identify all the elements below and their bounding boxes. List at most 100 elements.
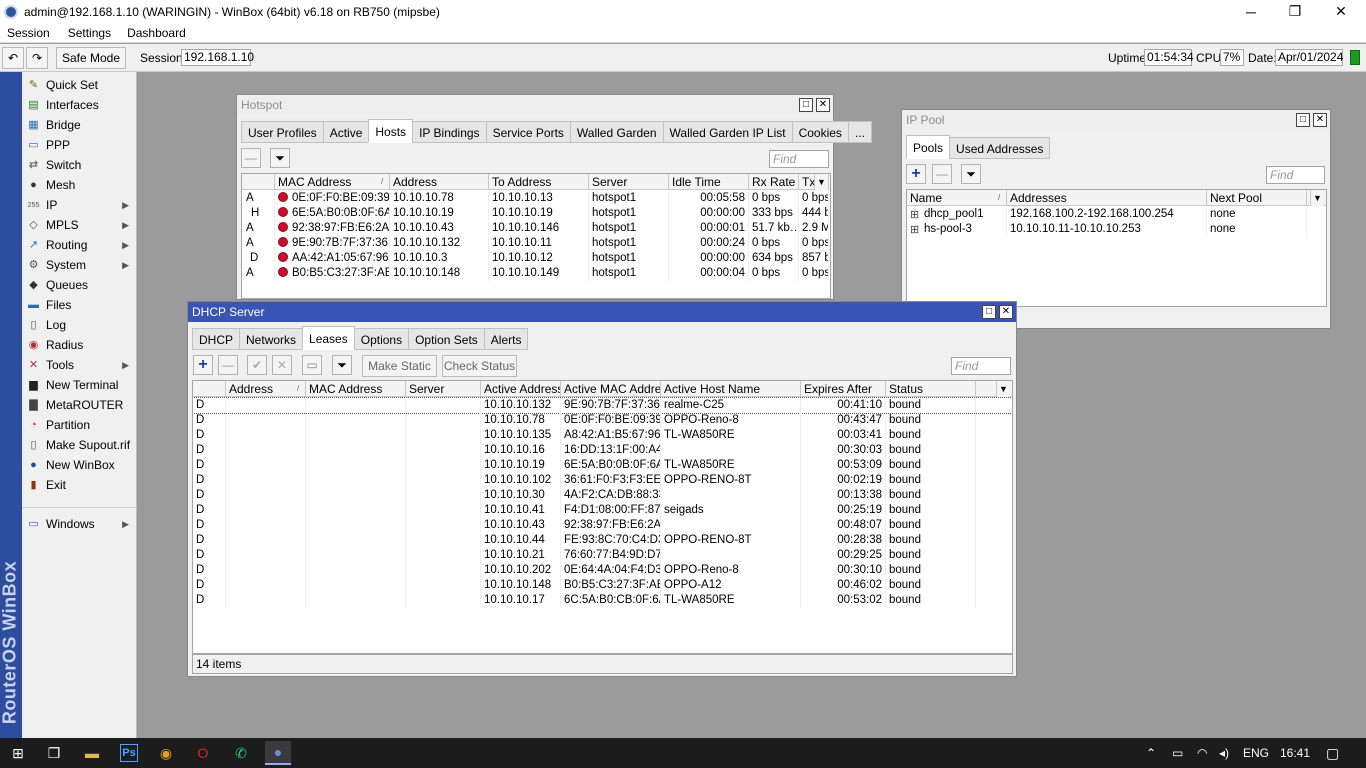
sidebar-item-log[interactable]: ▯ Log bbox=[22, 315, 137, 335]
battery-icon[interactable]: ▭ bbox=[1172, 738, 1183, 768]
whatsapp-icon[interactable]: ✆ bbox=[228, 741, 254, 765]
tab-service-ports[interactable]: Service Ports bbox=[485, 121, 571, 143]
table-row[interactable]: A 92:38:97:FB:E6:2A 10.10.10.43 10.10.10.14… bbox=[242, 221, 830, 236]
table-row[interactable]: D 10.10.10.202 0E:64:4A:04:F4:D3 OPPO-Reno-… bbox=[193, 563, 1012, 578]
tab-pools[interactable]: Pools bbox=[906, 135, 951, 159]
hotspot-maximize-button[interactable]: □ bbox=[799, 98, 813, 112]
table-row[interactable]: ⊞ dhcp_pool1 192.168.100.2-192.168.100.254… bbox=[907, 207, 1326, 222]
dhcp-remove-button[interactable]: — bbox=[218, 355, 238, 375]
dhcp-maximize-button[interactable]: □ bbox=[982, 305, 996, 319]
tab-active[interactable]: Active bbox=[322, 121, 370, 143]
start-icon[interactable]: ⊞ bbox=[5, 741, 31, 765]
wifi-icon[interactable]: ◠ bbox=[1197, 738, 1207, 768]
session-field[interactable]: 192.168.1.10 bbox=[181, 49, 254, 66]
column-header[interactable]: Server bbox=[589, 174, 669, 190]
tab-used-addresses[interactable]: Used Addresses bbox=[949, 137, 1051, 159]
tab-ip-bindings[interactable]: IP Bindings bbox=[412, 121, 487, 143]
table-row[interactable]: D 10.10.10.19 6E:5A:B0:0B:0F:6A TL-WA850RE 0… bbox=[193, 458, 1012, 473]
column-header[interactable]: MAC Address bbox=[275, 174, 390, 190]
tab-user-profiles[interactable]: User Profiles bbox=[241, 121, 324, 143]
maximize-button[interactable]: ❐ bbox=[1272, 0, 1318, 23]
hotspot-filter-button[interactable]: ⏷ bbox=[270, 148, 290, 168]
hotspot-window-title[interactable]: Hotspot bbox=[237, 95, 833, 115]
ip-pool-window-title[interactable]: IP Pool bbox=[902, 110, 1330, 130]
sidebar-item-quick-set[interactable]: ✎ Quick Set bbox=[22, 75, 137, 95]
dhcp-comment-button[interactable]: ▭ bbox=[302, 355, 322, 375]
table-row[interactable]: D 10.10.10.132 9E:90:7B:7F:37:36 realme-C25… bbox=[193, 397, 1012, 414]
tab-leases[interactable]: Leases bbox=[302, 326, 355, 350]
ip-pool-add-button[interactable]: + bbox=[906, 164, 926, 184]
tab-alerts[interactable]: Alerts bbox=[483, 328, 529, 350]
table-row[interactable]: D 10.10.10.41 F4:D1:08:00:FF:87 seigads 00:2… bbox=[193, 503, 1012, 518]
table-row[interactable]: D 10.10.10.78 0E:0F:F0:BE:09:39 OPPO-Reno-8… bbox=[193, 413, 1012, 428]
sidebar-item-bridge[interactable]: ▦ Bridge bbox=[22, 115, 137, 135]
ip-pool-close-button[interactable]: ✕ bbox=[1313, 113, 1327, 127]
hotspot-close-button[interactable]: ✕ bbox=[816, 98, 830, 112]
menu-settings[interactable]: Settings bbox=[62, 26, 117, 40]
tab-cookies[interactable]: Cookies bbox=[791, 121, 849, 143]
dhcp-close-button[interactable]: ✕ bbox=[999, 305, 1013, 319]
sidebar-item-tools[interactable]: ✕ Tools ▶ bbox=[22, 355, 137, 375]
column-header[interactable]: Active MAC Addre... bbox=[561, 381, 661, 397]
sidebar-item-system[interactable]: ⚙ System ▶ bbox=[22, 255, 137, 275]
dhcp-find-input[interactable]: Find bbox=[951, 357, 1011, 375]
sidebar-item-new-terminal[interactable]: ▆ New Terminal bbox=[22, 375, 137, 395]
column-header[interactable]: Expires After bbox=[801, 381, 886, 397]
tab-networks[interactable]: Networks bbox=[239, 328, 304, 350]
check-status-button[interactable]: Check Status bbox=[442, 355, 517, 377]
column-header[interactable]: Address bbox=[390, 174, 489, 190]
sidebar-item-interfaces[interactable]: ▤ Interfaces bbox=[22, 95, 137, 115]
menu-session[interactable]: Session bbox=[0, 26, 56, 40]
ip-pool-remove-button[interactable]: — bbox=[932, 164, 952, 184]
columns-dropdown-icon[interactable]: ▼ bbox=[814, 174, 828, 190]
chrome-icon[interactable]: ◉ bbox=[153, 741, 179, 765]
sidebar-item-partition[interactable]: ◔ Partition bbox=[22, 415, 137, 435]
table-row[interactable]: D 10.10.10.17 6C:5A:B0:CB:0F:6A TL-WA850RE 0… bbox=[193, 593, 1012, 608]
table-row[interactable]: D 10.10.10.102 36:61:F0:F3:F3:EE OPPO-RENO-… bbox=[193, 473, 1012, 488]
dhcp-disable-button[interactable]: ✕ bbox=[272, 355, 292, 375]
sidebar-item-routing[interactable]: ↗ Routing ▶ bbox=[22, 235, 137, 255]
tab-hosts[interactable]: Hosts bbox=[368, 119, 414, 143]
table-row[interactable]: A B0:B5:C3:27:3F:AB 10.10.10.148 10.10.10.1… bbox=[242, 266, 830, 281]
tab-walled-garden[interactable]: Walled Garden bbox=[569, 121, 664, 143]
sidebar-item-ppp[interactable]: ▭ PPP bbox=[22, 135, 137, 155]
column-header[interactable]: MAC Address bbox=[306, 381, 406, 397]
tab-options[interactable]: Options bbox=[353, 328, 410, 350]
winbox-task-icon[interactable]: ● bbox=[265, 741, 291, 765]
table-row[interactable]: D 10.10.10.148 B0:B5:C3:27:3F:AB OPPO-A12 00… bbox=[193, 578, 1012, 593]
tab-more[interactable]: ... bbox=[847, 121, 872, 143]
photoshop-icon[interactable]: Ps bbox=[120, 744, 138, 762]
table-row[interactable]: H 6E:5A:B0:0B:0F:6A 10.10.10.19 10.10.10.19… bbox=[242, 206, 830, 221]
sidebar-item-ip[interactable]: 255 IP ▶ bbox=[22, 195, 137, 215]
column-header[interactable] bbox=[193, 381, 226, 397]
sidebar-item-windows[interactable]: ▭ Windows ▶ bbox=[22, 514, 137, 534]
sidebar-item-exit[interactable]: ▮ Exit bbox=[22, 475, 137, 495]
tab-option-sets[interactable]: Option Sets bbox=[408, 328, 485, 350]
table-row[interactable]: D 10.10.10.43 92:38:97:FB:E6:2A 00:48:07 bou… bbox=[193, 518, 1012, 533]
redo-button[interactable]: ↷ bbox=[26, 47, 48, 69]
language-indicator[interactable]: ENG bbox=[1243, 738, 1269, 768]
undo-button[interactable]: ↶ bbox=[2, 47, 24, 69]
volume-icon[interactable]: ◂) bbox=[1219, 738, 1229, 768]
table-row[interactable]: D 10.10.10.21 76:60:77:B4:9D:D7 00:29:25 bou… bbox=[193, 548, 1012, 563]
hotspot-find-input[interactable]: Find bbox=[769, 150, 829, 168]
clock[interactable]: 16:41 bbox=[1280, 738, 1310, 768]
close-button[interactable]: ✕ bbox=[1318, 0, 1364, 23]
tab-dhcp[interactable]: DHCP bbox=[192, 328, 241, 350]
columns-dropdown-icon[interactable]: ▼ bbox=[1310, 190, 1324, 206]
sidebar-item-make-supout-rif[interactable]: ▯ Make Supout.rif bbox=[22, 435, 137, 455]
sidebar-item-radius[interactable]: ◉ Radius bbox=[22, 335, 137, 355]
column-header[interactable]: Address bbox=[226, 381, 306, 397]
column-header[interactable]: Active Address bbox=[481, 381, 561, 397]
task-view-icon[interactable]: ❐ bbox=[41, 741, 67, 765]
sidebar-item-mesh[interactable]: ● Mesh bbox=[22, 175, 137, 195]
table-row[interactable]: ⊞ hs-pool-3 10.10.10.11-10.10.10.253 none bbox=[907, 222, 1326, 237]
hotspot-remove-button[interactable]: — bbox=[241, 148, 261, 168]
opera-icon[interactable]: O bbox=[190, 741, 216, 765]
sidebar-item-metarouter[interactable]: ▇ MetaROUTER bbox=[22, 395, 137, 415]
dhcp-add-button[interactable]: + bbox=[193, 355, 213, 375]
ip-pool-find-input[interactable]: Find bbox=[1266, 166, 1325, 184]
ip-pool-filter-button[interactable]: ⏷ bbox=[961, 164, 981, 184]
table-row[interactable]: A 9E:90:7B:7F:37:36 10.10.10.132 10.10.10.1… bbox=[242, 236, 830, 251]
sidebar-item-queues[interactable]: ◆ Queues bbox=[22, 275, 137, 295]
